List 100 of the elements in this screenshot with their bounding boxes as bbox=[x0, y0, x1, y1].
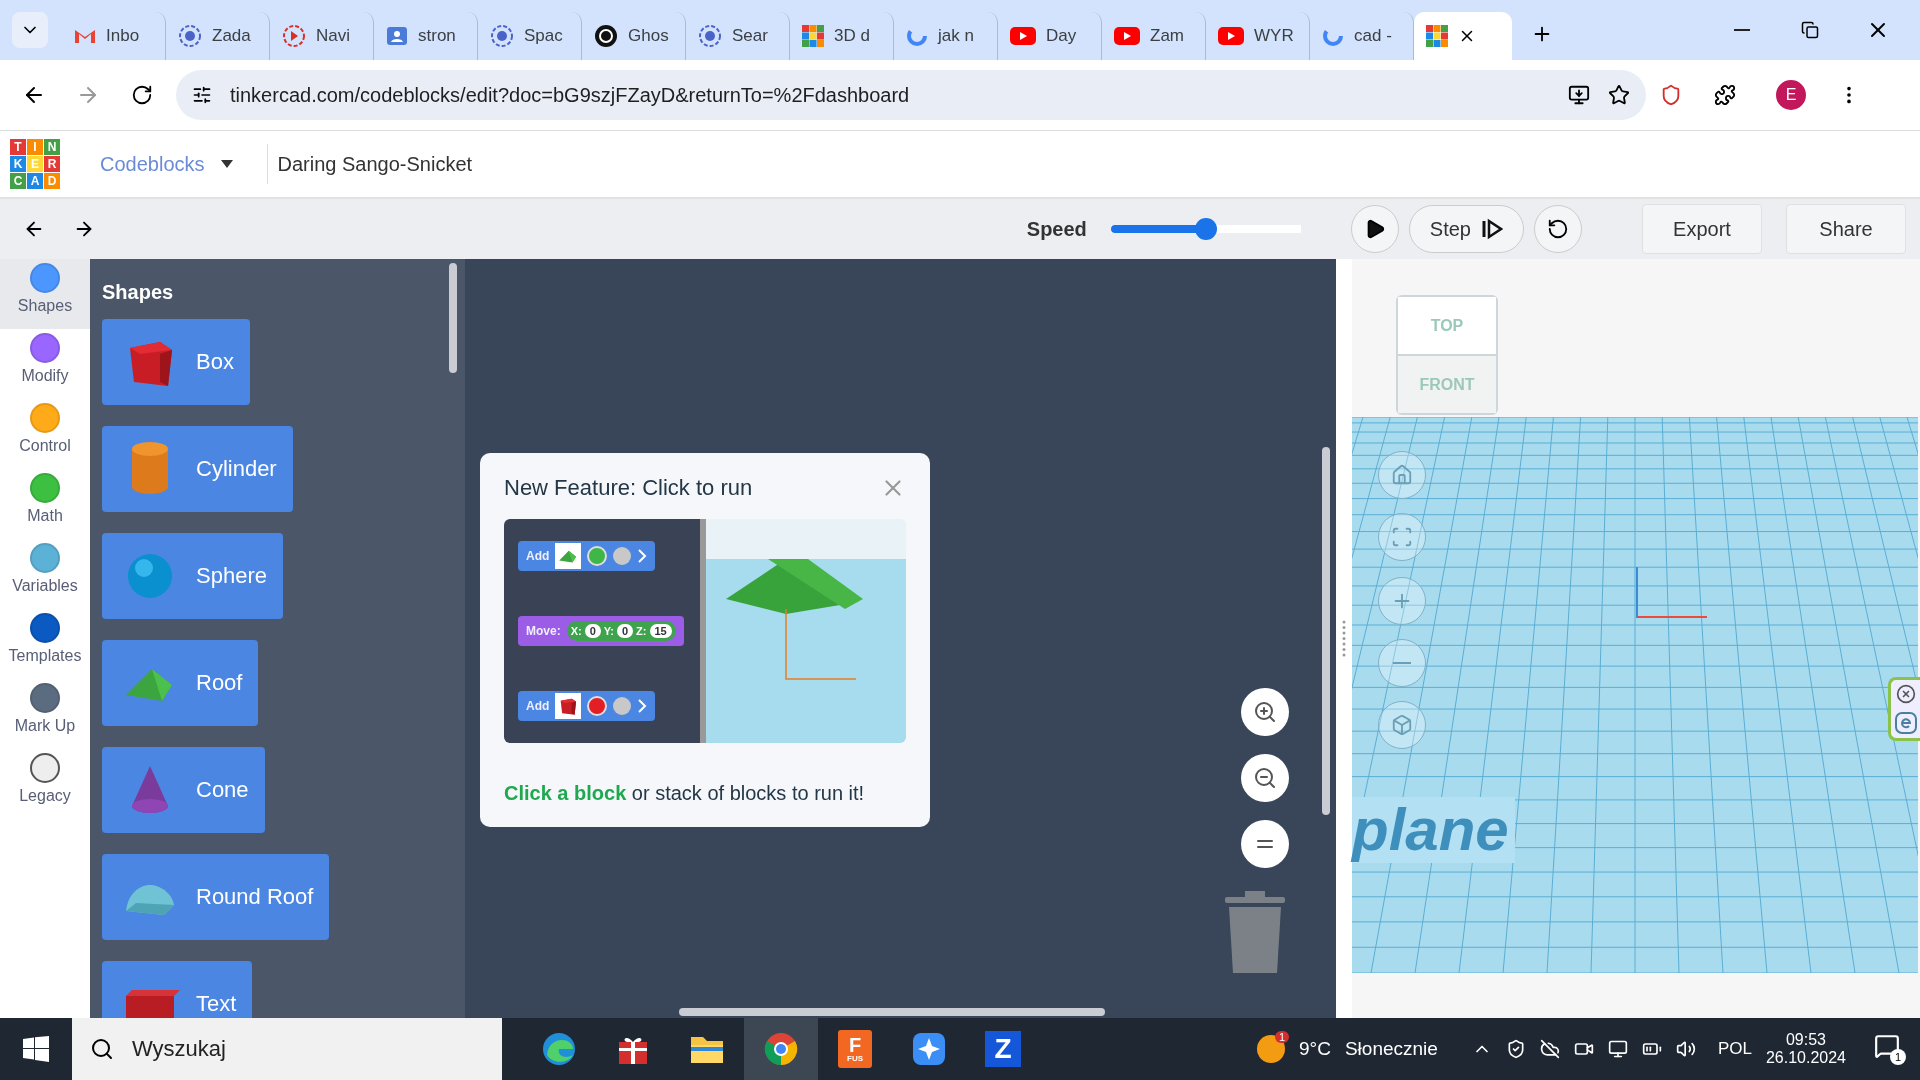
video-icon bbox=[1114, 27, 1140, 45]
value-field: 0 bbox=[584, 624, 601, 638]
tab-title: stron bbox=[418, 26, 456, 46]
weather-condition: Słonecznie bbox=[1344, 1038, 1438, 1060]
block-label: Add bbox=[526, 549, 550, 564]
chevron-icon bbox=[637, 549, 648, 564]
fit-view-icon bbox=[1391, 526, 1413, 548]
browser-tab[interactable] bbox=[1414, 12, 1512, 60]
reset-zoom-button[interactable] bbox=[1241, 820, 1289, 868]
export-button[interactable]: Export bbox=[1642, 204, 1762, 254]
site-info-icon[interactable] bbox=[192, 85, 212, 105]
scrollbar[interactable] bbox=[449, 263, 457, 373]
taskbar-search-field[interactable]: Wyszukaj bbox=[130, 1035, 434, 1063]
taskbar-search-bar[interactable]: Wyszukaj bbox=[72, 1018, 502, 1080]
edge-icon bbox=[541, 1031, 577, 1067]
tab-title: 3D d bbox=[834, 26, 870, 46]
chevron-icon bbox=[637, 698, 648, 713]
axis-label: Z: bbox=[636, 625, 647, 637]
display-icon[interactable] bbox=[1607, 1039, 1628, 1059]
cloud-icon[interactable] bbox=[1539, 1039, 1560, 1059]
weather-badge: 1 bbox=[1274, 1031, 1290, 1043]
bookmark-star-icon[interactable] bbox=[1608, 84, 1630, 106]
notifications-button[interactable]: 1 bbox=[1874, 1033, 1906, 1065]
drag-handle-icon[interactable] bbox=[1341, 618, 1347, 659]
search-icon bbox=[90, 1037, 114, 1061]
hole-dot bbox=[613, 547, 632, 566]
value-field: 15 bbox=[649, 624, 672, 638]
extension-icon[interactable] bbox=[1894, 712, 1917, 734]
shield-icon[interactable] bbox=[1660, 84, 1682, 106]
block-label: Add bbox=[526, 698, 550, 713]
extensions-icon[interactable] bbox=[1714, 84, 1736, 106]
notification-icon bbox=[1874, 1033, 1900, 1059]
close-icon[interactable] bbox=[1895, 684, 1916, 704]
temperature-text: 9°C bbox=[1299, 1038, 1331, 1060]
tab-title: Spac bbox=[524, 26, 563, 46]
speed-label: Speed bbox=[1026, 217, 1087, 241]
caret-icon bbox=[220, 160, 233, 168]
flyout-title: Shapes bbox=[102, 281, 175, 304]
tab-title: WYR bbox=[1254, 26, 1294, 46]
axis-label: X: bbox=[570, 625, 582, 637]
trash-icon[interactable] bbox=[1225, 891, 1285, 973]
circle-icon bbox=[178, 24, 202, 48]
zoom-out-icon bbox=[1253, 766, 1277, 790]
tab-title: Zam bbox=[1150, 26, 1184, 46]
circle-icon bbox=[698, 24, 722, 48]
z-app-icon: Z bbox=[985, 1031, 1021, 1067]
shape-block[interactable]: Text bbox=[102, 961, 253, 1018]
shape-block[interactable]: Cone bbox=[102, 747, 265, 833]
workplane-label: plane bbox=[1352, 797, 1515, 863]
play-icon bbox=[282, 24, 306, 48]
scrollbar[interactable] bbox=[1322, 447, 1330, 815]
shape-block[interactable]: Cylinder bbox=[102, 426, 293, 512]
block-label: Move: bbox=[526, 624, 561, 638]
tab-title: cad - bbox=[1354, 26, 1392, 46]
reset-icon bbox=[1547, 218, 1569, 240]
tab-title: Day bbox=[1046, 26, 1077, 46]
install-icon[interactable] bbox=[1568, 84, 1590, 106]
tab-title: jak n bbox=[938, 26, 974, 46]
shape-block[interactable]: Sphere bbox=[102, 533, 283, 619]
sparkle-app-icon bbox=[911, 1031, 947, 1067]
axis-label: Y: bbox=[603, 625, 614, 637]
minus-icon bbox=[1393, 662, 1411, 664]
zoom-in-button[interactable] bbox=[1241, 688, 1289, 736]
home-icon bbox=[1391, 464, 1413, 486]
taskbar-app[interactable]: Z bbox=[966, 1018, 1040, 1080]
zoom-in-icon bbox=[1253, 700, 1277, 724]
category-item[interactable]: Shapes bbox=[0, 259, 90, 329]
address-bar[interactable]: tinkercad.com/codeblocks/edit?doc=bG9szjFZayD&returnTo=%2Fdashboard bbox=[176, 70, 1646, 120]
shape-block[interactable]: Round Roof bbox=[102, 854, 330, 940]
restore-icon bbox=[1801, 21, 1819, 39]
tab-title: Navi bbox=[316, 26, 350, 46]
tinkercad-logo: T I N K E R C A D bbox=[10, 139, 60, 189]
shape-block[interactable]: Roof bbox=[102, 640, 259, 726]
tab-title: Inbo bbox=[106, 26, 140, 46]
step-icon bbox=[1481, 218, 1503, 240]
windows-icon bbox=[23, 1036, 49, 1062]
step-button[interactable]: Step bbox=[1408, 205, 1524, 253]
scrollbar[interactable] bbox=[679, 1008, 1105, 1016]
share-button[interactable]: Share bbox=[1786, 204, 1906, 254]
volume-icon[interactable] bbox=[1675, 1039, 1696, 1059]
profile-avatar[interactable]: E bbox=[1776, 80, 1806, 110]
play-button[interactable] bbox=[1350, 205, 1399, 253]
reset-button[interactable] bbox=[1534, 205, 1582, 253]
grid-icon bbox=[802, 25, 824, 47]
person-icon bbox=[386, 25, 408, 47]
zoom-out-button[interactable] bbox=[1241, 754, 1289, 802]
popup-text: Click a block or stack of blocks to run it! bbox=[504, 782, 866, 805]
fusion-app-icon: F FUS bbox=[838, 1030, 872, 1068]
circle-icon bbox=[594, 24, 618, 48]
reload-icon bbox=[131, 84, 153, 106]
value-field: 0 bbox=[617, 624, 634, 638]
cube-icon bbox=[1391, 714, 1413, 736]
grid-icon bbox=[1426, 25, 1448, 47]
shape-block[interactable]: Box bbox=[102, 319, 250, 405]
tab-title: Ghos bbox=[628, 26, 669, 46]
video-icon bbox=[1010, 27, 1036, 45]
language-indicator[interactable]: POL bbox=[1717, 1039, 1752, 1059]
tab-title: Sear bbox=[732, 26, 768, 46]
clock[interactable]: 09:53 26.10.2024 bbox=[1765, 1031, 1846, 1067]
mail-icon bbox=[74, 27, 96, 45]
